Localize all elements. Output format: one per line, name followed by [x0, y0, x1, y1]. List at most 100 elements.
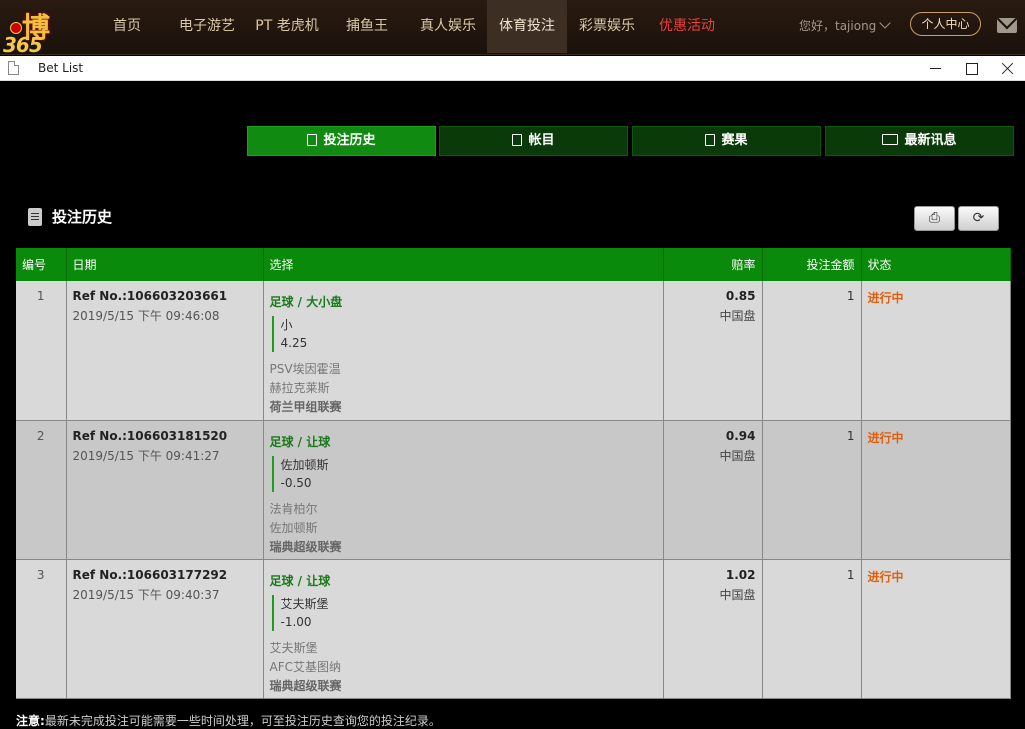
- row-status-cell: 进行中: [861, 559, 1011, 699]
- bet-date: 2019/5/15 下午 09:40:37: [72, 587, 220, 602]
- nav-promotions[interactable]: 优惠活动: [652, 0, 722, 53]
- league-name: 荷兰甲组联赛: [269, 400, 342, 414]
- home-team: 艾夫斯堡: [269, 640, 318, 655]
- note-label: 注意:: [16, 714, 45, 728]
- row-date-cell: Ref No.:106603203661 2019/5/15 下午 09:46:0…: [66, 281, 264, 421]
- tab-label: 帐目: [528, 133, 555, 148]
- away-team: 佐加顿斯: [269, 520, 318, 535]
- nav-pt-slots[interactable]: PT 老虎机: [250, 0, 324, 53]
- minimize-icon[interactable]: [917, 56, 953, 81]
- logo-number: 365: [3, 33, 43, 57]
- mail-icon[interactable]: [997, 18, 1017, 33]
- league-name: 瑞典超级联赛: [269, 678, 342, 693]
- stake-value: 1: [762, 559, 862, 699]
- nav-slots[interactable]: 电子游艺: [172, 0, 242, 53]
- row-selection-cell: 足球 / 让球 佐加顿斯 -0.50 法肯柏尔 佐加顿斯 瑞典超级联赛: [263, 420, 664, 560]
- sport-market: 足球 / 大小盘: [269, 295, 343, 309]
- away-team: 赫拉克莱斯: [269, 381, 330, 395]
- window-titlebar: Bet List: [0, 56, 1025, 81]
- home-team: PSV埃因霍温: [269, 362, 341, 376]
- site-header: 博 365 首页 电子游艺 PT 老虎机 捕鱼王 真人娱乐 体育投注 彩票娱乐 …: [0, 0, 1025, 57]
- nav-home[interactable]: 首页: [100, 0, 154, 53]
- note-text: 最新未完成投注可能需要一些时间处理，可至投注历史查询您的投注纪录。: [44, 714, 441, 728]
- pick-line: 4.25: [280, 336, 308, 350]
- maximize-icon[interactable]: [953, 56, 989, 81]
- sport-market: 足球 / 让球: [269, 434, 331, 449]
- user-greeting[interactable]: 您好，tajiong: [799, 0, 876, 52]
- col-stake: 投注金额: [762, 248, 862, 281]
- tab-statement[interactable]: 帐目: [439, 126, 628, 156]
- row-date-cell: Ref No.:106603177292 2019/5/15 下午 09:40:3…: [66, 559, 264, 699]
- pick-line: -1.00: [280, 614, 312, 629]
- user-center-button[interactable]: 个人中心: [910, 12, 981, 36]
- col-date: 日期: [66, 248, 264, 281]
- pick-name: 佐加顿斯: [280, 457, 329, 472]
- close-icon[interactable]: [989, 56, 1025, 81]
- envelope-icon: [882, 134, 899, 145]
- stake-value: 1: [762, 420, 862, 560]
- odds-value: 0.85: [725, 289, 756, 303]
- pick-block: 小 4.25: [271, 316, 657, 352]
- bet-date: 2019/5/15 下午 09:46:08: [72, 309, 220, 323]
- tab-bet-history[interactable]: 投注历史: [247, 126, 436, 156]
- nav-fishing[interactable]: 捕鱼王: [336, 0, 398, 53]
- col-status: 状态: [861, 248, 1011, 281]
- window-title: Bet List: [38, 61, 84, 75]
- league-name: 瑞典超级联赛: [269, 539, 342, 554]
- pick-block: 佐加顿斯 -0.50: [271, 455, 657, 492]
- status-badge: 进行中: [867, 569, 904, 584]
- col-odds: 赔率: [663, 248, 763, 281]
- section-title: 投注历史: [52, 208, 113, 226]
- table-row: 3 Ref No.:106603177292 2019/5/15 下午 09:40…: [16, 559, 1011, 699]
- odds-value: 0.94: [725, 428, 756, 443]
- row-odds-cell: 1.02 中国盘: [663, 559, 763, 699]
- pick-name: 小: [280, 318, 293, 332]
- ref-number: Ref No.:106603203661: [72, 289, 228, 303]
- odds-value: 1.02: [725, 567, 756, 582]
- clipboard-icon: [307, 134, 318, 146]
- nav-sports[interactable]: 体育投注: [487, 0, 567, 53]
- tab-messages[interactable]: 最新讯息: [825, 126, 1014, 156]
- bet-table: 编号 日期 选择 赔率 投注金额 状态 1 Ref No.:1066032036…: [16, 248, 1011, 699]
- printer-icon: ⎙: [928, 210, 941, 226]
- pick-block: 艾夫斯堡 -1.00: [271, 594, 657, 631]
- odds-type: 中国盘: [719, 448, 756, 463]
- ref-number: Ref No.:106603181520: [72, 428, 228, 443]
- print-button[interactable]: ⎙: [914, 206, 955, 231]
- away-team: AFC艾基图纳: [269, 659, 342, 674]
- nav-live-casino[interactable]: 真人娱乐: [410, 0, 486, 53]
- status-badge: 进行中: [867, 291, 904, 305]
- row-status-cell: 进行中: [861, 281, 1011, 421]
- ledger-icon: [512, 134, 523, 146]
- chevron-down-icon[interactable]: [879, 17, 891, 29]
- refresh-icon: ⟳: [972, 210, 985, 226]
- site-logo[interactable]: 博 365: [0, 0, 82, 57]
- sport-market: 足球 / 让球: [269, 573, 331, 588]
- row-selection-cell: 足球 / 让球 艾夫斯堡 -1.00 艾夫斯堡 AFC艾基图纳 瑞典超级联赛: [263, 559, 664, 699]
- clipboard-icon: [28, 208, 42, 226]
- col-no: 编号: [16, 248, 67, 281]
- odds-type: 中国盘: [719, 309, 756, 323]
- col-selection: 选择: [263, 248, 664, 281]
- row-number: 1: [16, 281, 67, 421]
- table-header-row: 编号 日期 选择 赔率 投注金额 状态: [16, 248, 1011, 281]
- refresh-button[interactable]: ⟳: [958, 206, 999, 231]
- row-selection-cell: 足球 / 大小盘小 4.25 PSV埃因霍温 赫拉克莱斯荷兰甲组联赛: [263, 281, 664, 421]
- tab-label: 投注历史: [323, 133, 376, 148]
- nav-lottery[interactable]: 彩票娱乐: [570, 0, 644, 53]
- table-row: 2 Ref No.:106603181520 2019/5/15 下午 09:41…: [16, 420, 1011, 560]
- ref-number: Ref No.:106603177292: [72, 567, 228, 582]
- row-odds-cell: 0.94 中国盘: [663, 420, 763, 560]
- status-badge: 进行中: [867, 430, 904, 445]
- odds-type: 中国盘: [719, 587, 756, 602]
- row-odds-cell: 0.85 中国盘: [663, 281, 763, 421]
- row-number: 2: [16, 420, 67, 560]
- tab-results[interactable]: 赛果: [632, 126, 821, 156]
- bet-date: 2019/5/15 下午 09:41:27: [72, 448, 220, 463]
- stake-value: 1: [762, 281, 862, 421]
- tab-label: 赛果: [721, 133, 748, 148]
- home-team: 法肯柏尔: [269, 501, 318, 516]
- pick-name: 艾夫斯堡: [280, 596, 329, 611]
- row-status-cell: 进行中: [861, 420, 1011, 560]
- pick-line: -0.50: [280, 475, 312, 490]
